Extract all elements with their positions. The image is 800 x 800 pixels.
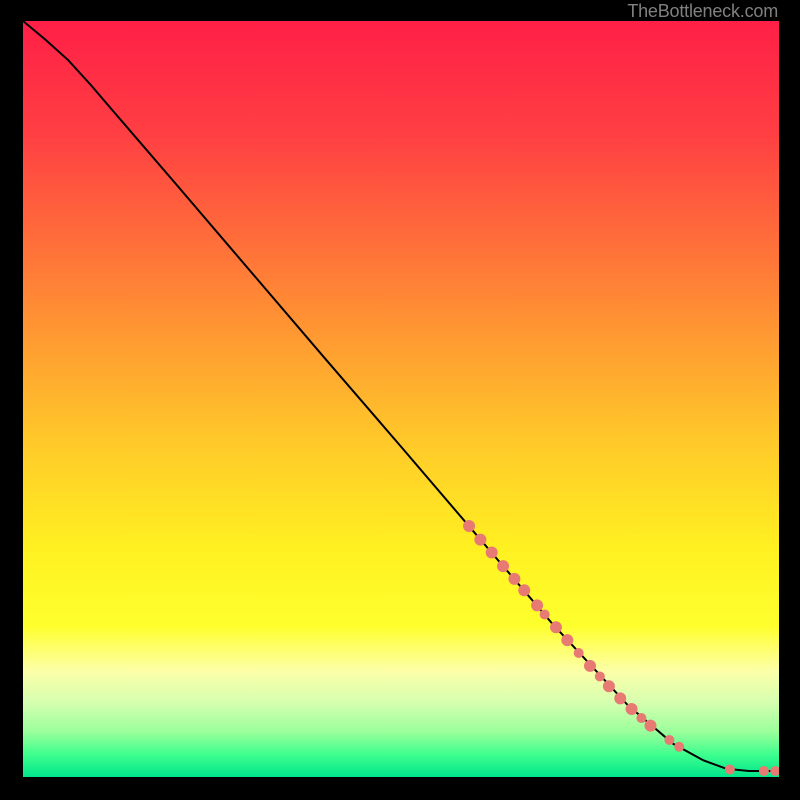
data-point xyxy=(584,660,596,672)
chart-svg xyxy=(23,21,779,777)
data-point xyxy=(574,648,584,658)
data-point xyxy=(508,573,520,585)
data-point xyxy=(759,766,769,776)
data-point xyxy=(518,584,530,596)
data-point xyxy=(531,599,543,611)
data-point xyxy=(486,546,498,558)
data-point xyxy=(474,534,486,546)
data-point xyxy=(463,520,475,532)
data-point xyxy=(674,742,684,752)
chart-container: TheBottleneck.com xyxy=(0,0,800,800)
data-point xyxy=(540,609,550,619)
data-point xyxy=(664,735,674,745)
plot-area xyxy=(23,21,779,777)
data-point xyxy=(550,621,562,633)
data-point xyxy=(603,680,615,692)
attribution-label: TheBottleneck.com xyxy=(627,1,778,22)
data-point xyxy=(626,703,638,715)
data-point xyxy=(636,713,646,723)
data-point xyxy=(561,634,573,646)
data-point xyxy=(614,692,626,704)
data-point xyxy=(497,560,509,572)
gradient-background xyxy=(23,21,779,777)
data-point xyxy=(725,764,735,774)
data-point xyxy=(644,720,656,732)
data-point xyxy=(595,671,605,681)
